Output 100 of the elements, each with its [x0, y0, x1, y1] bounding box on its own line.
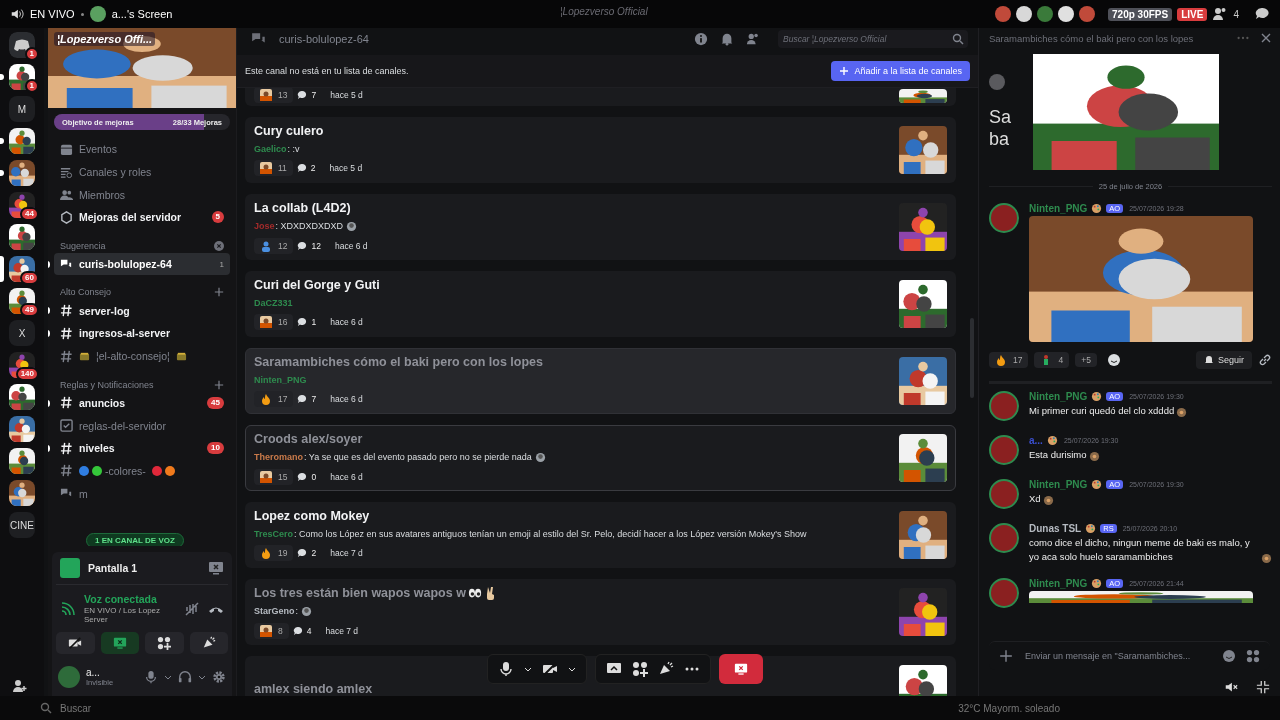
add-icon[interactable]: [999, 649, 1013, 663]
channel-item[interactable]: anuncios 45: [54, 391, 230, 415]
settings-icon[interactable]: [212, 670, 226, 684]
chat-icon[interactable]: [1254, 6, 1270, 22]
post-author[interactable]: TresCero: [254, 529, 294, 539]
forum-post-card[interactable]: Saramambiches cómo el baki pero con los lopes Ninten_PNG 17 7 hace 6 d: [245, 348, 956, 414]
call-control-button[interactable]: [100, 632, 139, 654]
user-avatar[interactable]: [989, 578, 1019, 608]
call-control-button[interactable]: [145, 632, 184, 654]
reaction-pill[interactable]: 15: [254, 468, 294, 485]
user-avatar[interactable]: [989, 203, 1019, 233]
reaction-pill[interactable]: 17: [254, 391, 294, 407]
soundboard-icon[interactable]: [658, 661, 674, 677]
user-avatar[interactable]: [989, 435, 1019, 465]
call-control-button[interactable]: [189, 632, 228, 654]
server-icon[interactable]: M: [9, 96, 35, 122]
close-icon[interactable]: [214, 240, 224, 251]
category-header[interactable]: Sugerencia: [60, 240, 106, 251]
add-icon[interactable]: [214, 287, 224, 298]
reaction-pill[interactable]: 19: [254, 545, 294, 561]
nav-item[interactable]: Eventos: [54, 138, 230, 161]
taskbar-search[interactable]: Buscar: [60, 702, 92, 714]
message-author[interactable]: Ninten_PNG: [1029, 203, 1088, 214]
emoji-icon[interactable]: [1222, 649, 1236, 663]
voice-channel-pill[interactable]: 1 EN CANAL DE VOZ: [86, 533, 184, 546]
add-icon[interactable]: [214, 379, 224, 390]
category-header[interactable]: Alto Consejo: [60, 287, 112, 298]
home-icon[interactable]: [9, 32, 35, 58]
post-author[interactable]: StarGeno: [254, 606, 295, 616]
message-author[interactable]: Ninten_PNG: [1029, 391, 1088, 402]
info-icon[interactable]: [694, 32, 708, 46]
nav-item[interactable]: Miembros: [54, 183, 230, 207]
forum-post-card[interactable]: Cury culero Gaelico: :v 11 2 hace 5 d: [245, 117, 956, 183]
post-author[interactable]: Ninten_PNG: [254, 375, 307, 385]
noise-suppression-icon[interactable]: [184, 600, 200, 617]
channel-item[interactable]: niveles 10: [54, 436, 230, 460]
caret-icon[interactable]: [568, 665, 576, 673]
category-header[interactable]: Reglas y Notificaciones: [60, 379, 154, 390]
post-author[interactable]: DaCZ331: [254, 298, 293, 308]
message-field[interactable]: Enviar un mensaje en "Saramambiches...: [1023, 650, 1212, 662]
mention-badge: 140: [15, 367, 39, 381]
exit-fullscreen-icon[interactable]: [1256, 680, 1270, 694]
nav-item[interactable]: Canales y roles: [54, 160, 230, 184]
channel-item[interactable]: m: [54, 482, 230, 505]
add-friend-icon[interactable]: [12, 678, 28, 694]
server-icon[interactable]: CINE: [9, 512, 35, 538]
channel-item[interactable]: server-log: [54, 299, 230, 323]
reaction-pill[interactable]: 16: [254, 314, 294, 330]
stop-share-icon[interactable]: [208, 560, 224, 576]
link-icon[interactable]: [1258, 353, 1272, 367]
user-avatar[interactable]: [58, 666, 80, 688]
reaction-pill[interactable]: 4: [1034, 352, 1070, 368]
forum-post-card[interactable]: 13 7 hace 5 d: [245, 88, 956, 106]
channel-item[interactable]: ingresos-al-server: [54, 322, 230, 345]
channel-item[interactable]: ¦el-alto-consejo¦: [54, 344, 230, 368]
headphones-icon[interactable]: [178, 670, 192, 684]
members-icon[interactable]: [746, 32, 760, 46]
forum-post-card[interactable]: Croods alex/soyer Theromano: Ya se que es del evento pasado pero no se pierde nada 15 0 hace 6 d: [245, 425, 956, 491]
forum-post-card[interactable]: Lopez como Mokey TresCero: Como los López en sus avatares antiguos tenían un emoji al estilo del Sr. Pelo, decidí hacer a los López versión Mokey's Show 19 2 hace 7 d: [245, 502, 956, 568]
voice-location[interactable]: EN VIVO / Los Lopez Server: [84, 606, 176, 624]
reaction-pill[interactable]: 11: [254, 160, 293, 176]
activities-icon[interactable]: [632, 661, 648, 677]
microphone-icon[interactable]: [498, 661, 514, 677]
follow-button[interactable]: Seguir: [1196, 351, 1252, 369]
add-to-channel-list-button[interactable]: Añadir a la lista de canales: [831, 61, 970, 81]
search-icon[interactable]: [40, 702, 52, 714]
server-icon[interactable]: X: [9, 320, 35, 346]
user-avatar[interactable]: [989, 391, 1019, 421]
forum-post-card[interactable]: La collab (L4D2) Jose: XDXDXDXDXD 12 12 hace 6 d: [245, 194, 956, 260]
nav-item[interactable]: Mejoras del servidor 5: [54, 206, 230, 229]
call-control-button[interactable]: [56, 632, 95, 654]
replies-icon: [297, 548, 308, 558]
close-icon[interactable]: [1260, 32, 1272, 44]
apps-icon[interactable]: [1246, 649, 1260, 663]
more-reactions-pill[interactable]: +5: [1075, 353, 1097, 367]
reaction-pill[interactable]: 17: [989, 352, 1029, 368]
search-field[interactable]: Buscar ¦Lopezverso Official: [778, 30, 968, 48]
reaction-pill[interactable]: 8: [254, 622, 289, 639]
message-author[interactable]: Ninten_PNG: [1029, 578, 1088, 589]
forum-post-card[interactable]: Los tres están bien wapos wapos w StarGeno: 8 4 hace 7 d: [245, 579, 956, 645]
mute-icon[interactable]: [1224, 680, 1238, 694]
message-author[interactable]: Dunas TSL: [1029, 523, 1082, 534]
user-avatar[interactable]: [989, 479, 1019, 509]
search-icon[interactable]: [952, 33, 964, 45]
user-avatar[interactable]: [989, 523, 1019, 553]
channel-item[interactable]: -colores-: [54, 459, 230, 483]
stop-stream-button[interactable]: [719, 654, 763, 684]
server-name[interactable]: ¦Lopezverso Offi...: [54, 32, 156, 46]
post-author[interactable]: Gaelico: [254, 144, 287, 154]
post-author[interactable]: Theromano: [254, 452, 303, 462]
caret-icon[interactable]: [524, 665, 532, 673]
post-time: hace 5 d: [329, 163, 363, 173]
add-reaction-icon[interactable]: [1106, 353, 1121, 367]
forum-post-card[interactable]: Curi del Gorge y Guti DaCZ331 16 1 hace 6 d: [245, 271, 956, 337]
bell-icon[interactable]: [720, 32, 734, 46]
message-author[interactable]: Ninten_PNG: [1029, 479, 1088, 490]
reaction-pill[interactable]: 13: [254, 88, 294, 103]
channel-item[interactable]: reglas-del-servidor: [54, 414, 230, 437]
reaction-pill[interactable]: 12: [254, 237, 294, 254]
mention-badge: 49: [20, 303, 39, 317]
